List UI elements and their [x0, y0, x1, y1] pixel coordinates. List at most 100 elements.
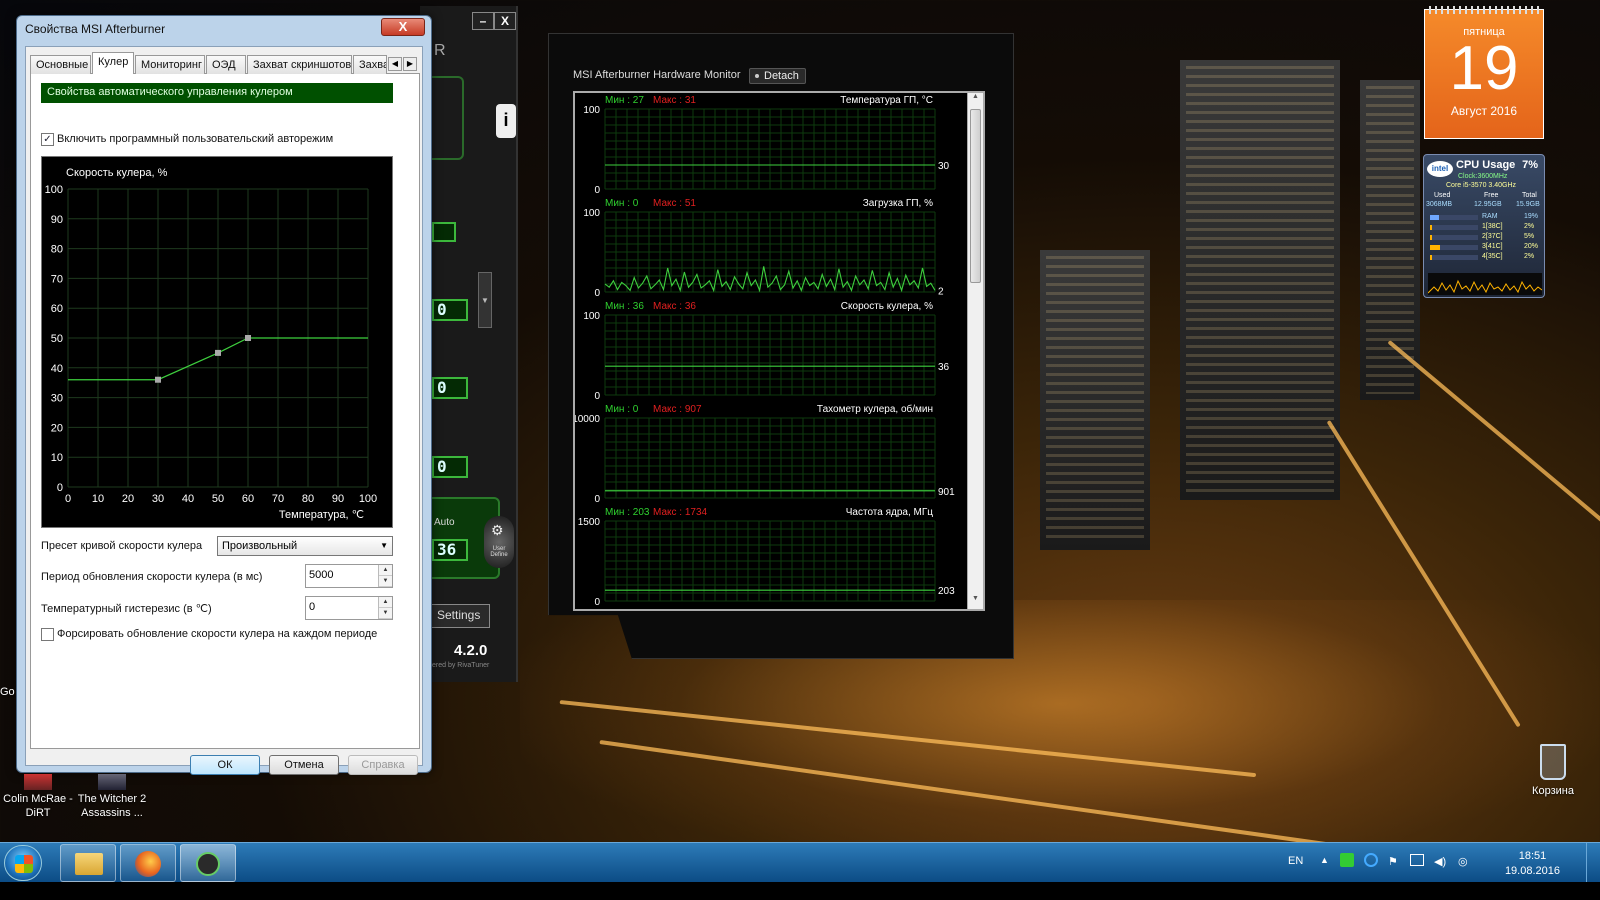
tab-scroll-left-icon[interactable]: ◀: [388, 57, 402, 71]
graph-ymax-label: 100: [583, 311, 600, 322]
powered-by-label: ered by RivaTuner: [432, 662, 490, 669]
core-value: 20%: [1524, 243, 1539, 250]
y-tick-label: 100: [45, 184, 63, 196]
tab-monitoring[interactable]: Мониторинг: [135, 55, 205, 74]
graph-title: Температура ГП, °С: [840, 95, 933, 106]
core-bar-track: [1430, 255, 1478, 260]
taskbar-afterburner[interactable]: [180, 844, 236, 882]
core-label: 1[38C]: [1482, 223, 1503, 230]
monitor-scrollbar[interactable]: ▲ ▼: [967, 93, 983, 609]
ok-button[interactable]: ОК: [190, 755, 260, 775]
flag-icon[interactable]: ⚑: [1388, 855, 1398, 868]
info-icon[interactable]: i: [496, 104, 516, 138]
folder-icon: [75, 853, 103, 875]
tab-capture[interactable]: Захва: [353, 55, 387, 74]
desktop-icon-recycle-bin[interactable]: Корзина: [1518, 744, 1588, 798]
core-bar-track: [1430, 245, 1478, 250]
clock-date: 19.08.2016: [1504, 865, 1560, 877]
start-button[interactable]: [4, 845, 42, 881]
hysteresis-label: Температурный гистерезис (в ℃): [41, 603, 212, 615]
y-tick-label: 70: [51, 273, 63, 285]
desktop-icon-witcher[interactable]: The Witcher 2 Assassins ...: [72, 774, 152, 820]
spin-down-icon[interactable]: ▼: [379, 576, 392, 587]
auto-mode-checkbox[interactable]: ✓: [41, 133, 54, 146]
settings-button[interactable]: Settings: [430, 604, 490, 628]
desktop-icon-label: Colin McRae - DiRT: [3, 793, 73, 819]
tray-misc-icon[interactable]: ◎: [1458, 855, 1468, 868]
auto-label[interactable]: Auto: [434, 517, 455, 528]
spin-up-icon[interactable]: ▲: [379, 597, 392, 608]
close-button[interactable]: X: [494, 12, 516, 30]
x-tick-label: 30: [152, 493, 164, 505]
scrollbar-thumb[interactable]: [970, 109, 981, 283]
tray-app-icon[interactable]: [1340, 853, 1354, 867]
tray-update-icon[interactable]: [1364, 853, 1378, 867]
dialog-title: Свойства MSI Afterburner: [25, 22, 166, 36]
graph-max-label: Макс : 31: [653, 95, 696, 106]
partial-icon-label: Go: [0, 686, 15, 698]
spin-down-icon[interactable]: ▼: [379, 608, 392, 619]
desktop-icon-label: The Witcher 2 Assassins ...: [77, 793, 147, 819]
y-tick-label: 10: [51, 452, 63, 464]
dropdown-arrow-icon[interactable]: ▼: [478, 272, 492, 328]
y-tick-label: 20: [51, 422, 63, 434]
minimize-button[interactable]: –: [472, 12, 494, 30]
preset-dropdown[interactable]: Произвольный ▼: [217, 536, 393, 556]
fan-curve-svg[interactable]: 0 10 20 30 40 50 60 70 80 90 100100908070605040302…: [42, 157, 392, 527]
period-input[interactable]: 5000 ▲ ▼: [305, 564, 393, 588]
graph-title: Загрузка ГП, %: [863, 198, 933, 209]
chevron-down-icon: ▼: [380, 541, 388, 550]
y-tick-label: 50: [51, 333, 63, 345]
core-bar-fill: [1430, 215, 1440, 220]
graph-current-value: 901: [938, 487, 955, 498]
user-define-button[interactable]: ⚙ User Define: [484, 516, 514, 568]
detach-button[interactable]: Detach: [749, 68, 806, 84]
hardware-monitor-window: MSI Afterburner Hardware Monitor Detach …: [548, 33, 1014, 659]
fan-curve-chart[interactable]: 0 10 20 30 40 50 60 70 80 90 100 100 90 80 70 60 50 40 30 2…: [41, 156, 393, 528]
graph-title: Частота ядра, МГц: [846, 507, 934, 518]
desktop-icon-dirt[interactable]: Colin McRae - DiRT: [0, 774, 78, 820]
tab-scroll-right-icon[interactable]: ▶: [403, 57, 417, 71]
scroll-down-icon[interactable]: ▼: [968, 595, 983, 609]
show-desktop-button[interactable]: [1586, 843, 1600, 883]
taskbar-clock[interactable]: 18:51 19.08.2016: [1505, 849, 1560, 879]
toggle-indicator[interactable]: [432, 222, 456, 242]
cpu-usage-value: 7%: [1522, 159, 1538, 171]
x-tick-label: 0: [65, 493, 71, 505]
help-button[interactable]: Справка: [348, 755, 418, 775]
scroll-up-icon[interactable]: ▲: [968, 93, 983, 107]
tray-expand-icon[interactable]: ▲: [1320, 855, 1329, 865]
language-indicator[interactable]: EN: [1288, 855, 1303, 867]
network-icon[interactable]: [1410, 854, 1424, 866]
graph-max-label: Макс : 51: [653, 198, 696, 209]
graph-max-label: Макс : 1734: [653, 507, 708, 518]
hysteresis-value: 0: [309, 601, 316, 613]
windows-logo-icon: [15, 855, 33, 873]
hysteresis-input[interactable]: 0 ▲ ▼: [305, 596, 393, 620]
dialog-close-button[interactable]: X: [381, 18, 425, 36]
tab-cooler[interactable]: Кулер: [92, 52, 134, 75]
force-update-checkbox[interactable]: [41, 628, 54, 641]
graph-ymax-label: 10000: [575, 414, 600, 425]
graph-max-label: Макс : 907: [653, 404, 702, 415]
cpu-usage-gadget[interactable]: intel CPU Usage 7% Clock:3600MHz Core i5…: [1423, 154, 1545, 298]
y-tick-label: 0: [57, 482, 63, 494]
hysteresis-spinner[interactable]: ▲ ▼: [378, 597, 392, 619]
y-tick-label: 60: [51, 303, 63, 315]
core-bar-fill: [1430, 235, 1433, 240]
taskbar-firefox[interactable]: [120, 844, 176, 882]
spin-up-icon[interactable]: ▲: [379, 565, 392, 576]
x-tick-label: 70: [272, 493, 284, 505]
tab-osd[interactable]: ОЭД: [206, 55, 246, 74]
tab-screenshot[interactable]: Захват скриншотов: [247, 55, 352, 74]
cancel-button[interactable]: Отмена: [269, 755, 339, 775]
taskbar-explorer[interactable]: [60, 844, 116, 882]
period-spinner[interactable]: ▲ ▼: [378, 565, 392, 587]
tab-general[interactable]: Основные: [30, 55, 91, 74]
calendar-gadget[interactable]: пятница 19 Август 2016: [1424, 6, 1544, 139]
skyscraper: [1360, 80, 1420, 400]
volume-icon[interactable]: ◀): [1434, 855, 1446, 868]
core-label: RAM: [1482, 213, 1498, 220]
preset-label: Пресет кривой скорости кулера: [41, 540, 203, 552]
core-value: 2%: [1524, 223, 1535, 230]
